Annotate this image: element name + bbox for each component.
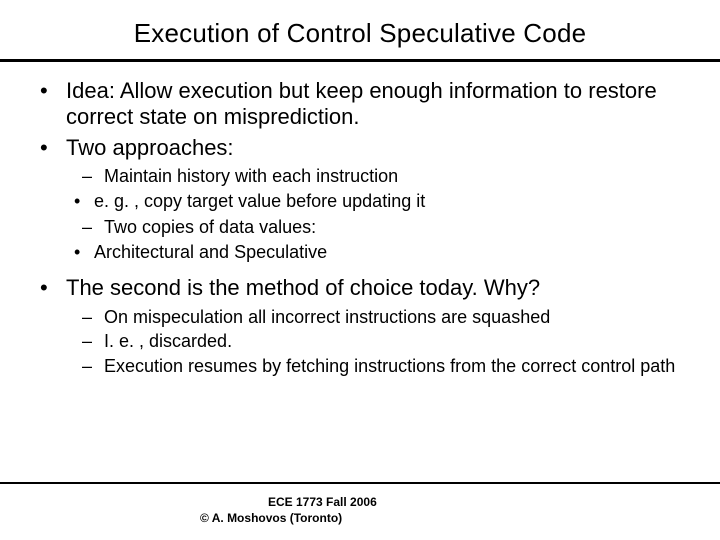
slide: Execution of Control Speculative Code • …	[0, 0, 720, 540]
bullet-list-level3: • Architectural and Speculative	[74, 241, 680, 264]
footer-rule	[0, 482, 720, 484]
footer: ECE 1773 Fall 2006 © A. Moshovos (Toront…	[0, 494, 720, 526]
list-item-text: Two copies of data values:	[104, 216, 680, 239]
list-item: – Two copies of data values:	[82, 216, 680, 239]
footer-copyright: © A. Moshovos (Toronto)	[200, 510, 720, 526]
list-item: – Maintain history with each instruction	[82, 165, 680, 188]
bullet-list-level1: • The second is the method of choice tod…	[40, 275, 680, 301]
bullet-list-level3: • e. g. , copy target value before updat…	[74, 190, 680, 213]
list-item-text: Maintain history with each instruction	[104, 165, 680, 188]
list-item-text: Two approaches:	[66, 135, 680, 161]
bullet-disc-icon: •	[74, 241, 94, 264]
bullet-disc-icon: •	[74, 190, 94, 213]
list-item: • Two approaches:	[40, 135, 680, 161]
list-item: – I. e. , discarded.	[82, 330, 680, 353]
bullet-list-level2: – Maintain history with each instruction	[82, 165, 680, 188]
bullet-list-level1: • Idea: Allow execution but keep enough …	[40, 78, 680, 161]
list-item: • e. g. , copy target value before updat…	[74, 190, 680, 213]
slide-content: • Idea: Allow execution but keep enough …	[0, 62, 720, 377]
spacer	[40, 263, 680, 271]
list-item-text: I. e. , discarded.	[104, 330, 680, 353]
list-item-text: Architectural and Speculative	[94, 241, 680, 264]
bullet-disc-icon: •	[40, 78, 66, 131]
list-item: – Execution resumes by fetching instruct…	[82, 355, 680, 378]
list-item-text: Execution resumes by fetching instructio…	[104, 355, 680, 378]
list-item: • The second is the method of choice tod…	[40, 275, 680, 301]
bullet-list-level2: – Two copies of data values:	[82, 216, 680, 239]
list-item-text: The second is the method of choice today…	[66, 275, 680, 301]
list-item: • Idea: Allow execution but keep enough …	[40, 78, 680, 131]
bullet-disc-icon: •	[40, 275, 66, 301]
footer-course: ECE 1773 Fall 2006	[200, 494, 720, 510]
list-item: – On mispeculation all incorrect instruc…	[82, 306, 680, 329]
list-item: • Architectural and Speculative	[74, 241, 680, 264]
list-item-text: Idea: Allow execution but keep enough in…	[66, 78, 680, 131]
bullet-list-level2: – On mispeculation all incorrect instruc…	[82, 306, 680, 378]
bullet-dash-icon: –	[82, 216, 104, 239]
bullet-dash-icon: –	[82, 306, 104, 329]
bullet-dash-icon: –	[82, 355, 104, 378]
bullet-disc-icon: •	[40, 135, 66, 161]
bullet-dash-icon: –	[82, 165, 104, 188]
list-item-text: e. g. , copy target value before updatin…	[94, 190, 680, 213]
bullet-dash-icon: –	[82, 330, 104, 353]
slide-title: Execution of Control Speculative Code	[0, 0, 720, 55]
list-item-text: On mispeculation all incorrect instructi…	[104, 306, 680, 329]
